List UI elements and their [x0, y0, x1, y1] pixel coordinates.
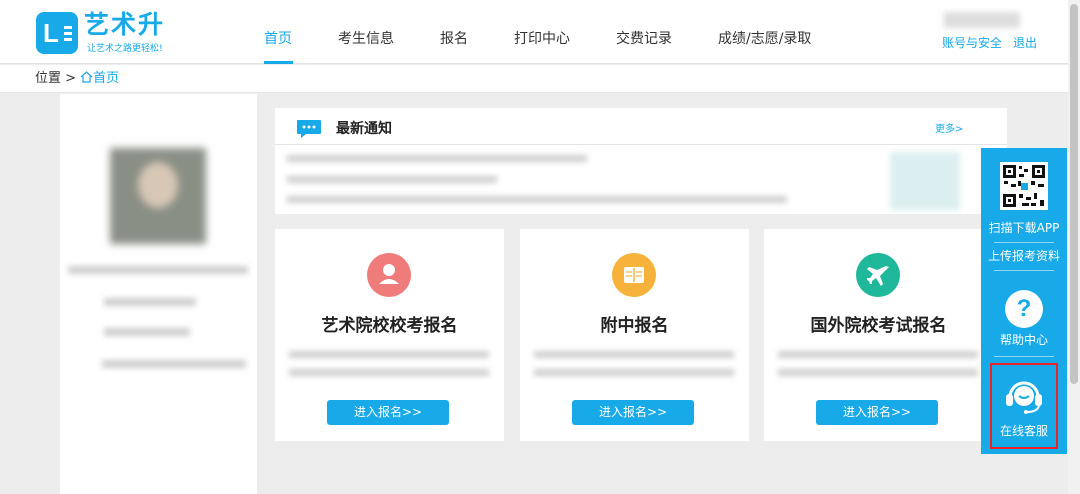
book-icon — [612, 253, 656, 297]
panel-divider — [994, 270, 1054, 271]
nav-candidate-info[interactable]: 考生信息 — [338, 30, 394, 48]
affiliated-school-registration-card: 附中报名 进入报名>> — [520, 229, 749, 441]
scan-download-app-link[interactable]: 扫描下载APP — [981, 220, 1067, 236]
breadcrumb: 位置 > 首页 — [0, 65, 1068, 93]
breadcrumb-home[interactable]: 首页 — [80, 71, 119, 86]
art-school-registration-card: 艺术院校校考报名 进入报名>> — [275, 229, 504, 441]
headset-icon — [1006, 381, 1042, 414]
breadcrumb-current[interactable]: 首页 — [93, 71, 119, 86]
notice-item-blurred[interactable] — [287, 176, 497, 183]
card-desc-blurred — [534, 369, 734, 376]
panel-divider — [994, 242, 1054, 243]
user-name-blurred — [944, 12, 1020, 28]
breadcrumb-prefix: 位置 > — [35, 71, 77, 86]
nav-home[interactable]: 首页 — [264, 30, 292, 48]
brand-logo-icon[interactable]: L — [36, 12, 78, 54]
avatar — [110, 148, 206, 244]
notice-panel: 最新通知 更多> — [275, 108, 1007, 214]
online-service-button[interactable]: 在线客服 — [990, 363, 1058, 449]
nav-scores-admission[interactable]: 成绩/志愿/录取 — [718, 30, 811, 48]
notice-image-blurred — [890, 152, 960, 210]
profile-info-blurred — [68, 266, 248, 274]
brand-tagline: 让艺术之路更轻松! — [87, 44, 163, 54]
floating-side-panel: 扫描下载APP 上传报考资料 ? 帮助中心 在线客服 — [981, 148, 1067, 454]
profile-info-blurred — [102, 360, 246, 368]
top-header: L 艺术升 让艺术之路更轻松! 首页 考生信息 报名 打印中心 交费记录 成绩/… — [0, 0, 1068, 64]
help-icon[interactable]: ? — [1005, 290, 1043, 328]
overseas-school-registration-card: 国外院校考试报名 进入报名>> — [764, 229, 993, 441]
card-desc-blurred — [289, 351, 489, 358]
qr-code-icon[interactable] — [1000, 162, 1048, 210]
enter-registration-button[interactable]: 进入报名>> — [327, 400, 449, 425]
card-title: 附中报名 — [600, 316, 669, 336]
card-desc-blurred — [778, 369, 978, 376]
home-icon — [80, 71, 93, 83]
card-desc-blurred — [534, 351, 734, 358]
notice-more-link[interactable]: 更多> — [935, 124, 963, 136]
nav-payment-records[interactable]: 交费记录 — [616, 30, 672, 48]
notice-item-blurred[interactable] — [287, 196, 787, 203]
brand-title: 艺术升 — [84, 10, 166, 39]
online-service-label[interactable]: 在线客服 — [990, 423, 1058, 439]
panel-divider — [994, 356, 1054, 357]
notice-divider — [275, 144, 1007, 145]
nav-print-center[interactable]: 打印中心 — [514, 30, 570, 48]
card-desc-blurred — [289, 369, 489, 376]
enter-registration-button[interactable]: 进入报名>> — [816, 400, 938, 425]
upload-materials-link[interactable]: 上传报考资料 — [981, 248, 1067, 264]
card-desc-blurred — [778, 351, 978, 358]
nav-registration[interactable]: 报名 — [440, 30, 468, 48]
plane-icon — [856, 253, 900, 297]
message-icon — [297, 120, 321, 138]
page-scrollbar[interactable] — [1068, 0, 1080, 494]
notice-title: 最新通知 — [336, 121, 392, 137]
help-center-link[interactable]: 帮助中心 — [981, 332, 1067, 348]
nav-active-indicator — [264, 61, 293, 64]
user-icon — [367, 253, 411, 297]
card-title: 国外院校考试报名 — [810, 316, 947, 336]
account-security-link[interactable]: 账号与安全 — [942, 35, 1002, 51]
profile-panel — [60, 94, 257, 494]
logout-link[interactable]: 退出 — [1013, 35, 1037, 51]
scrollbar-thumb[interactable] — [1070, 4, 1078, 384]
notice-item-blurred[interactable] — [287, 155, 587, 162]
profile-info-blurred — [104, 298, 196, 306]
profile-info-blurred — [104, 328, 190, 336]
enter-registration-button[interactable]: 进入报名>> — [572, 400, 694, 425]
card-title: 艺术院校校考报名 — [321, 316, 458, 336]
